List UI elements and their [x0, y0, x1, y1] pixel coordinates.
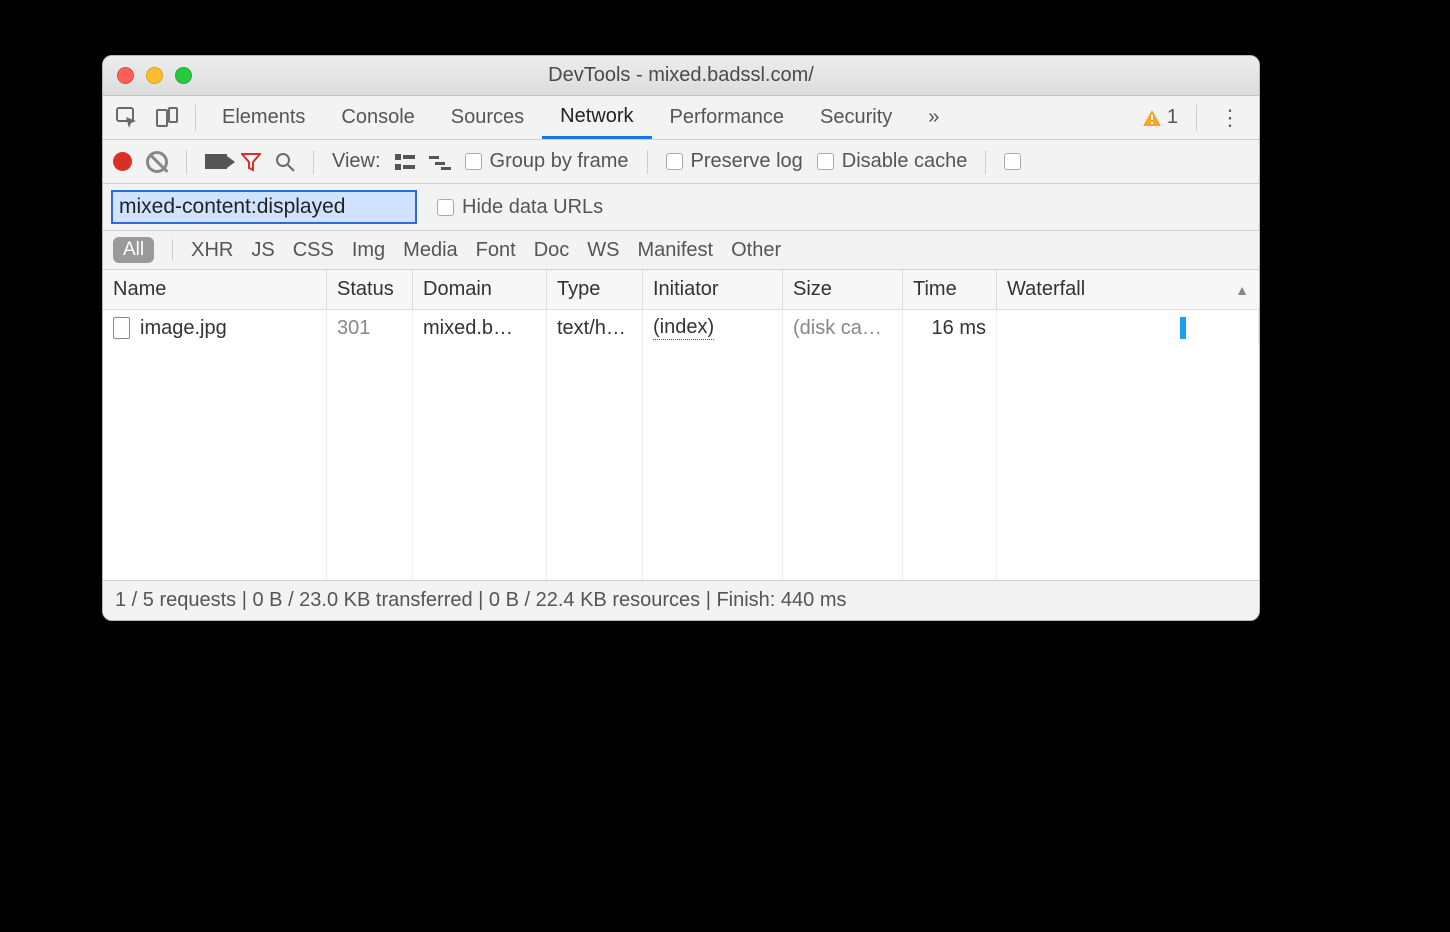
hide-data-urls[interactable]: Hide data URLs	[437, 196, 603, 219]
filter-input[interactable]	[111, 190, 417, 224]
inspect-element-icon[interactable]	[107, 96, 147, 139]
cell-domain: mixed.b…	[413, 310, 547, 346]
sort-asc-icon: ▲	[1235, 282, 1249, 298]
type-xhr[interactable]: XHR	[191, 239, 233, 262]
checkbox-icon[interactable]	[666, 153, 683, 170]
table-header: Name Status Domain Type Initiator Size T…	[103, 270, 1259, 310]
warnings-count[interactable]: 1	[1142, 106, 1178, 129]
col-domain[interactable]: Domain	[413, 270, 547, 309]
warning-icon	[1142, 108, 1162, 128]
tab-security[interactable]: Security	[802, 96, 910, 139]
settings-menu-icon[interactable]: ⋮	[1205, 105, 1255, 131]
window-controls	[117, 67, 192, 84]
view-label: View:	[332, 150, 381, 173]
col-time[interactable]: Time	[903, 270, 997, 309]
status-text: 1 / 5 requests | 0 B / 23.0 KB transferr…	[115, 589, 847, 612]
cell-time: 16 ms	[903, 310, 997, 346]
close-window-button[interactable]	[117, 67, 134, 84]
waterfall-bar	[1180, 317, 1186, 339]
table-body: image.jpg 301 mixed.b… text/h… (index) (…	[103, 310, 1259, 580]
cell-initiator[interactable]: (index)	[643, 310, 783, 346]
cell-type: text/h…	[547, 310, 643, 346]
warning-count-value: 1	[1167, 106, 1178, 129]
tab-performance[interactable]: Performance	[652, 96, 803, 139]
separator	[647, 150, 648, 174]
table-row[interactable]: image.jpg 301 mixed.b… text/h… (index) (…	[103, 310, 1259, 346]
type-all[interactable]: All	[113, 237, 154, 263]
col-name[interactable]: Name	[103, 270, 327, 309]
large-rows-icon[interactable]	[395, 154, 415, 170]
titlebar: DevTools - mixed.badssl.com/	[103, 56, 1259, 96]
preserve-log-label: Preserve log	[691, 150, 803, 173]
separator	[195, 105, 196, 131]
checkbox-icon[interactable]	[1004, 153, 1021, 170]
devtools-window: DevTools - mixed.badssl.com/ Elements Co…	[102, 55, 1260, 621]
group-by-frame-label: Group by frame	[490, 150, 629, 173]
checkbox-icon[interactable]	[437, 199, 454, 216]
record-button[interactable]	[113, 152, 132, 171]
group-by-frame[interactable]: Group by frame	[465, 150, 629, 173]
type-font[interactable]: Font	[476, 239, 516, 262]
resource-type-filter: All XHR JS CSS Img Media Font Doc WS Man…	[103, 231, 1259, 270]
clear-button[interactable]	[146, 151, 168, 173]
cell-status: 301	[327, 310, 413, 346]
filter-icon[interactable]	[241, 152, 261, 172]
disable-cache[interactable]: Disable cache	[817, 150, 968, 173]
type-media[interactable]: Media	[403, 239, 457, 262]
hide-data-urls-label: Hide data URLs	[462, 196, 603, 219]
tabs-overflow[interactable]: »	[910, 96, 957, 139]
requests-table: Name Status Domain Type Initiator Size T…	[103, 270, 1259, 580]
checkbox-icon[interactable]	[817, 153, 834, 170]
network-toolbar: View: Group by frame Preserve log Disabl…	[103, 140, 1259, 184]
offline-partial[interactable]	[1004, 153, 1021, 170]
disable-cache-label: Disable cache	[842, 150, 968, 173]
type-css[interactable]: CSS	[293, 239, 334, 262]
minimize-window-button[interactable]	[146, 67, 163, 84]
type-manifest[interactable]: Manifest	[637, 239, 713, 262]
separator	[985, 150, 986, 174]
col-status[interactable]: Status	[327, 270, 413, 309]
separator	[313, 150, 314, 174]
col-type[interactable]: Type	[547, 270, 643, 309]
tab-elements[interactable]: Elements	[204, 96, 323, 139]
screenshots-icon[interactable]	[205, 154, 227, 169]
type-other[interactable]: Other	[731, 239, 781, 262]
panel-tabs: Elements Console Sources Network Perform…	[103, 96, 1259, 140]
tab-console[interactable]: Console	[323, 96, 432, 139]
col-initiator[interactable]: Initiator	[643, 270, 783, 309]
zoom-window-button[interactable]	[175, 67, 192, 84]
separator	[172, 239, 173, 261]
type-js[interactable]: JS	[251, 239, 274, 262]
search-icon[interactable]	[275, 152, 295, 172]
type-doc[interactable]: Doc	[534, 239, 570, 262]
overview-icon[interactable]	[429, 154, 451, 170]
cell-name: image.jpg	[103, 310, 327, 346]
separator	[1196, 105, 1197, 131]
col-waterfall[interactable]: Waterfall▲	[997, 270, 1259, 309]
device-toolbar-icon[interactable]	[147, 96, 187, 139]
checkbox-icon[interactable]	[465, 153, 482, 170]
type-ws[interactable]: WS	[587, 239, 619, 262]
cell-size: (disk ca…	[783, 310, 903, 346]
separator	[186, 150, 187, 174]
cell-waterfall	[997, 310, 1259, 346]
status-bar: 1 / 5 requests | 0 B / 23.0 KB transferr…	[103, 580, 1259, 620]
preserve-log[interactable]: Preserve log	[666, 150, 803, 173]
col-size[interactable]: Size	[783, 270, 903, 309]
table-empty-area	[103, 346, 1259, 580]
tab-sources[interactable]: Sources	[433, 96, 542, 139]
type-img[interactable]: Img	[352, 239, 385, 262]
file-icon	[113, 317, 130, 339]
window-title: DevTools - mixed.badssl.com/	[103, 64, 1259, 87]
tab-network[interactable]: Network	[542, 96, 651, 139]
filter-bar: Hide data URLs	[103, 184, 1259, 231]
